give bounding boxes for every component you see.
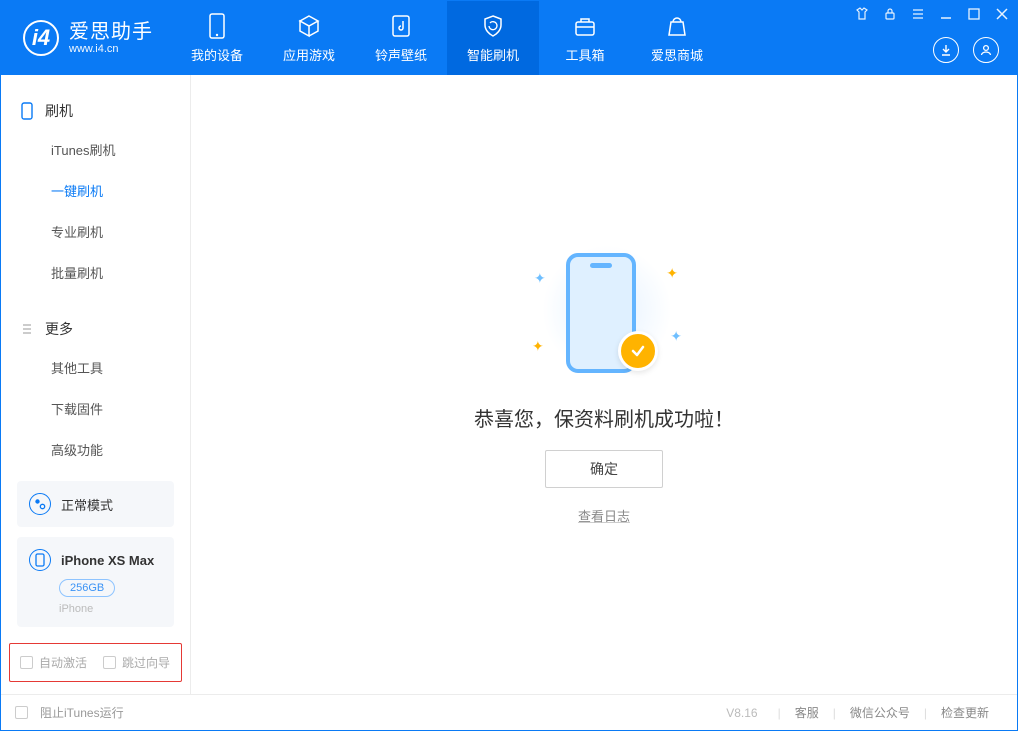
shield-refresh-icon — [481, 13, 505, 39]
cube-icon — [297, 13, 321, 39]
sidebar-item-batch-flash[interactable]: 批量刷机 — [1, 252, 190, 293]
checkbox-icon — [20, 656, 33, 669]
store-icon — [665, 13, 689, 39]
user-icon[interactable] — [973, 37, 999, 63]
footer-link-update[interactable]: 检查更新 — [927, 704, 1003, 721]
mode-label: 正常模式 — [61, 495, 113, 514]
sidebar: 刷机 iTunes刷机 一键刷机 专业刷机 批量刷机 更多 其他工具 下载固件 … — [1, 75, 191, 694]
sidebar-item-oneclick-flash[interactable]: 一键刷机 — [1, 170, 190, 211]
flash-options-highlighted: 自动激活 跳过向导 — [9, 643, 182, 682]
tab-flash[interactable]: 智能刷机 — [447, 1, 539, 75]
tab-toolbox[interactable]: 工具箱 — [539, 1, 631, 75]
toolbox-icon — [573, 13, 597, 39]
version-label: V8.16 — [726, 706, 757, 720]
success-message: 恭喜您，保资料刷机成功啦！ — [474, 403, 734, 432]
checkbox-auto-activate[interactable]: 自动激活 — [20, 654, 87, 671]
mode-indicator[interactable]: 正常模式 — [17, 481, 174, 527]
checkbox-skip-guide[interactable]: 跳过向导 — [103, 654, 170, 671]
titlebar: i4 爱思助手 www.i4.cn 我的设备 应用游戏 铃声壁纸 智能刷机 工具… — [1, 1, 1017, 75]
lock-icon[interactable] — [883, 7, 897, 21]
logo-icon: i4 — [23, 20, 59, 56]
confirm-button[interactable]: 确定 — [545, 450, 663, 488]
sync-icon — [29, 493, 51, 515]
tab-ringtone[interactable]: 铃声壁纸 — [355, 1, 447, 75]
minimize-icon[interactable] — [939, 7, 953, 21]
footer-link-support[interactable]: 客服 — [781, 704, 833, 721]
sidebar-item-other-tools[interactable]: 其他工具 — [1, 347, 190, 388]
success-illustration: ✦✦✦✦ — [524, 245, 684, 385]
sidebar-item-itunes-flash[interactable]: iTunes刷机 — [1, 129, 190, 170]
tab-apps[interactable]: 应用游戏 — [263, 1, 355, 75]
nav-tabs: 我的设备 应用游戏 铃声壁纸 智能刷机 工具箱 爱思商城 — [171, 1, 723, 75]
account-controls — [933, 37, 999, 63]
checkbox-block-itunes[interactable]: 阻止iTunes运行 — [15, 704, 124, 721]
device-card[interactable]: iPhone XS Max 256GB iPhone — [17, 537, 174, 627]
sidebar-item-advanced[interactable]: 高级功能 — [1, 429, 190, 470]
maximize-icon[interactable] — [967, 7, 981, 21]
sidebar-head-flash: 刷机 — [1, 93, 190, 129]
download-icon[interactable] — [933, 37, 959, 63]
menu-icon[interactable] — [911, 7, 925, 21]
tab-store[interactable]: 爱思商城 — [631, 1, 723, 75]
check-badge-icon — [618, 331, 658, 371]
list-icon — [19, 321, 35, 337]
device-icon — [208, 13, 226, 39]
close-icon[interactable] — [995, 7, 1009, 21]
view-log-link[interactable]: 查看日志 — [578, 506, 630, 525]
checkbox-icon — [103, 656, 116, 669]
tab-my-device[interactable]: 我的设备 — [171, 1, 263, 75]
sidebar-item-pro-flash[interactable]: 专业刷机 — [1, 211, 190, 252]
tshirt-icon[interactable] — [855, 7, 869, 21]
app-url: www.i4.cn — [69, 43, 153, 55]
device-capacity: 256GB — [59, 579, 115, 597]
device-name: iPhone XS Max — [61, 553, 154, 568]
content: ✦✦✦✦ 恭喜您，保资料刷机成功啦！ 确定 查看日志 — [191, 75, 1017, 694]
window-controls — [855, 7, 1009, 21]
footer-link-wechat[interactable]: 微信公众号 — [836, 704, 924, 721]
checkbox-icon — [15, 706, 28, 719]
app-logo[interactable]: i4 爱思助手 www.i4.cn — [1, 1, 171, 75]
sidebar-head-more: 更多 — [1, 311, 190, 347]
app-title: 爱思助手 — [69, 21, 153, 43]
device-type: iPhone — [59, 603, 162, 615]
device-phone-icon — [29, 549, 51, 571]
phone-icon — [19, 103, 35, 119]
sidebar-item-download-firmware[interactable]: 下载固件 — [1, 388, 190, 429]
music-icon — [390, 13, 412, 39]
footer: 阻止iTunes运行 V8.16 | 客服 | 微信公众号 | 检查更新 — [1, 694, 1017, 730]
main-area: 刷机 iTunes刷机 一键刷机 专业刷机 批量刷机 更多 其他工具 下载固件 … — [1, 75, 1017, 694]
